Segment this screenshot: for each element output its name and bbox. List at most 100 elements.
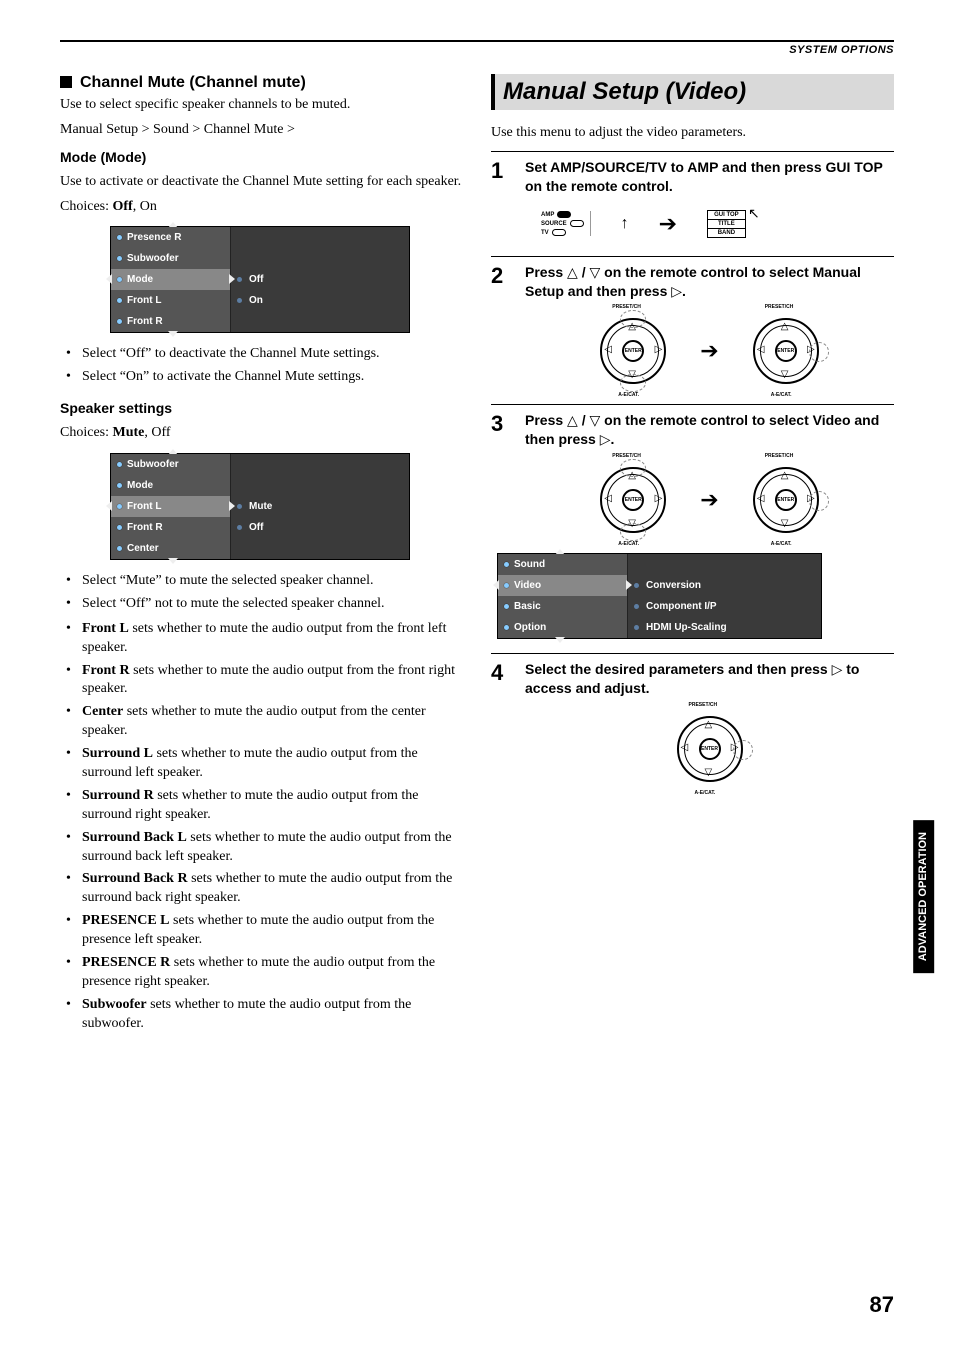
bullet-item: Select “Off” to deactivate the Channel M…: [82, 345, 463, 364]
bullet-item: Surround Back R sets whether to mute the…: [82, 870, 463, 908]
menu-item: Center: [111, 538, 231, 559]
p-mode-desc: Use to activate or deactivate the Channe…: [60, 173, 463, 192]
header-bar: SYSTEM OPTIONS: [60, 44, 894, 56]
menu-item: Basic: [498, 596, 628, 617]
source-indicator-icon: [570, 220, 584, 227]
arrow-right-icon: ➔: [659, 211, 677, 237]
step-4: 4 Select the desired parameters and then…: [491, 653, 894, 698]
menu-item: Front L: [111, 496, 231, 517]
menu-option: Component I/P: [628, 596, 821, 617]
menu-option: Conversion: [628, 575, 821, 596]
menu-option: HDMI Up-Scaling: [628, 617, 821, 638]
bullet-item: PRESENCE L sets whether to mute the audi…: [82, 912, 463, 950]
step-1: 1 Set AMP/SOURCE/TV to AMP and then pres…: [491, 151, 894, 196]
osd-menu-video: SoundVideoConversionBasicComponent I/POp…: [497, 553, 894, 639]
menu-option: Mute: [231, 496, 409, 517]
diagram-step4: PRESET/CH ENTER △▽◁▷ A-E/CAT.: [525, 710, 894, 788]
step-number: 1: [491, 158, 511, 196]
right-triangle-icon: ▷: [671, 283, 682, 299]
right-triangle-icon: ▷: [832, 661, 843, 677]
heading-mode: Mode (Mode): [60, 148, 463, 167]
arrow-right-icon: ➔: [700, 487, 718, 513]
band-key: BAND: [708, 229, 745, 237]
menu-item: Sound: [498, 554, 628, 575]
p-video-intro: Use this menu to adjust the video parame…: [491, 124, 894, 143]
step-3: 3 Press △ / ▽ on the remote control to s…: [491, 404, 894, 449]
cursor-highlight-icon: [620, 374, 646, 392]
p-channel-mute-desc: Use to select specific speaker channels …: [60, 96, 463, 115]
step-number: 3: [491, 411, 511, 449]
menu-option: Off: [231, 269, 409, 290]
arrow-up-icon: ↑: [621, 215, 629, 233]
bullet-item: Select “Off” not to mute the selected sp…: [82, 595, 463, 614]
remote-switch: AMP SOURCE TV: [541, 211, 591, 236]
menu-item: Option: [498, 617, 628, 638]
pointer-icon: ↖: [748, 206, 760, 223]
heading-channel-mute: Channel Mute (Channel mute): [60, 74, 463, 92]
bullet-item: Front L sets whether to mute the audio o…: [82, 620, 463, 658]
gui-top-key: GUI TOP: [708, 211, 745, 220]
step-text: Press △ / ▽ on the remote control to sel…: [525, 411, 894, 449]
bullet-list-speaker-details: Front L sets whether to mute the audio o…: [60, 620, 463, 1034]
heading-text: Channel Mute (Channel mute): [80, 74, 306, 91]
step-text: Press △ / ▽ on the remote control to sel…: [525, 263, 894, 301]
title-key: TITLE: [708, 220, 745, 229]
bullet-item: Front R sets whether to mute the audio o…: [82, 662, 463, 700]
p-mode-choices: Choices: Off, On: [60, 198, 463, 217]
menu-item: Presence R: [111, 227, 231, 248]
left-column: Channel Mute (Channel mute) Use to selec…: [60, 74, 463, 1038]
header-rule: [60, 40, 894, 42]
right-triangle-icon: ▷: [600, 431, 611, 447]
bullet-item: Surround Back L sets whether to mute the…: [82, 829, 463, 867]
left-icon: ◁: [604, 345, 612, 355]
down-triangle-icon: ▽: [590, 412, 601, 428]
step-text: Set AMP/SOURCE/TV to AMP and then press …: [525, 158, 894, 196]
dpad-left: PRESET/CH ENTER △▽◁▷ A-E/CAT.: [594, 461, 672, 539]
menu-item: Mode: [111, 269, 231, 290]
heading-speaker-settings: Speaker settings: [60, 399, 463, 418]
right-column: Manual Setup (Video) Use this menu to ad…: [491, 74, 894, 1038]
bullet-item: Select “Mute” to mute the selected speak…: [82, 572, 463, 591]
menu-option: Off: [231, 517, 409, 538]
up-triangle-icon: △: [567, 412, 578, 428]
right-icon: ▷: [655, 345, 663, 355]
bullet-item: Surround L sets whether to mute the audi…: [82, 745, 463, 783]
menu-item: Front R: [111, 311, 231, 332]
bullet-item: Select “On” to activate the Channel Mute…: [82, 368, 463, 387]
dpad: PRESET/CH ENTER △▽◁▷ A-E/CAT.: [671, 710, 749, 788]
p-speaker-choices: Choices: Mute, Off: [60, 424, 463, 443]
diagram-step1: AMP SOURCE TV ↑ ➔ GUI TOP TITLE BAND ↖: [541, 210, 894, 238]
step-number: 4: [491, 660, 511, 698]
menu-item: Video: [498, 575, 628, 596]
down-triangle-icon: ▽: [590, 264, 601, 280]
diagram-step3-dpads: PRESET/CH ENTER △▽◁▷ A-E/CAT. ➔ PRESET/C…: [525, 461, 894, 539]
bullet-item: Surround R sets whether to mute the audi…: [82, 787, 463, 825]
bullet-list-speaker-basics: Select “Mute” to mute the selected speak…: [60, 572, 463, 614]
heading-manual-setup-video: Manual Setup (Video): [491, 74, 894, 110]
bullet-list-mode: Select “Off” to deactivate the Channel M…: [60, 345, 463, 387]
step-text: Select the desired parameters and then p…: [525, 660, 894, 698]
menu-item: Subwoofer: [111, 454, 231, 475]
up-triangle-icon: △: [567, 264, 578, 280]
bullet-item: Center sets whether to mute the audio ou…: [82, 703, 463, 741]
menu-option: On: [231, 290, 409, 311]
step-number: 2: [491, 263, 511, 301]
gui-keys-cluster: GUI TOP TITLE BAND: [707, 210, 746, 238]
step-2: 2 Press △ / ▽ on the remote control to s…: [491, 256, 894, 301]
page-number: 87: [870, 1292, 894, 1318]
bullet-item: Subwoofer sets whether to mute the audio…: [82, 996, 463, 1034]
amp-indicator-icon: [557, 211, 571, 218]
square-bullet-icon: [60, 76, 72, 88]
dpad-right: PRESET/CH ENTER △▽◁▷ A-E/CAT.: [747, 312, 825, 390]
osd-menu-speaker: SubwooferModeFront LMuteFront ROffCenter: [110, 453, 463, 560]
cursor-highlight-icon: [809, 342, 829, 362]
diagram-step2: PRESET/CH ENTER △▽◁▷ A-E/CAT. ➔ PRESET/C…: [525, 312, 894, 390]
menu-item: Mode: [111, 475, 231, 496]
menu-item: Front L: [111, 290, 231, 311]
menu-item: Subwoofer: [111, 248, 231, 269]
dpad-right: PRESET/CH ENTER △▽◁▷ A-E/CAT.: [747, 461, 825, 539]
arrow-right-icon: ➔: [700, 338, 718, 364]
bullet-item: PRESENCE R sets whether to mute the audi…: [82, 954, 463, 992]
side-tab: ADVANCED OPERATION: [913, 820, 934, 973]
header-section: SYSTEM OPTIONS: [789, 44, 894, 56]
